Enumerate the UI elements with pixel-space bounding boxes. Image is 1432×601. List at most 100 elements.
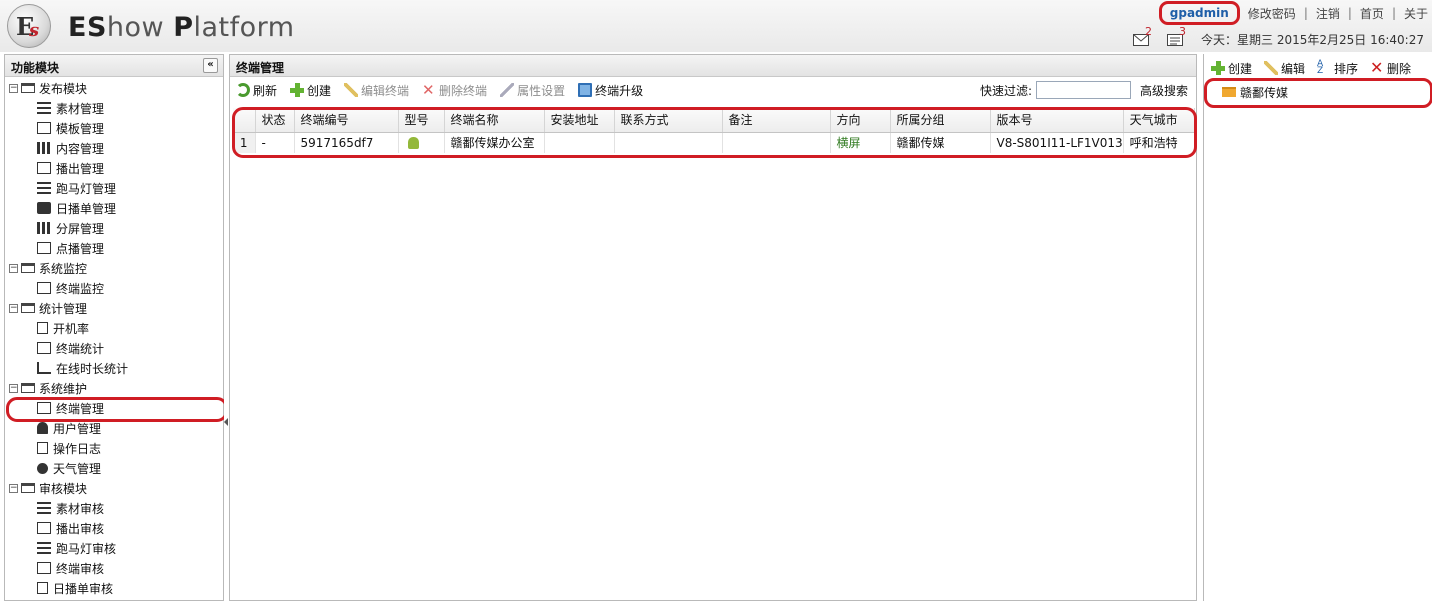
- home-link[interactable]: 首页: [1360, 5, 1384, 22]
- tree-item-playout[interactable]: 播出管理: [5, 158, 223, 178]
- material-audit-icon: [37, 502, 51, 514]
- column-header-model[interactable]: 型号: [398, 108, 445, 133]
- folder-icon: [21, 383, 35, 393]
- column-header-address[interactable]: 安装地址: [544, 108, 615, 133]
- collapse-toggle-icon[interactable]: −: [9, 83, 18, 93]
- change-password-link[interactable]: 修改密码: [1248, 5, 1296, 22]
- center-toolbar: 刷新 创建 编辑终端 ✕ 删除终端 属性设置 终端升级 快速过滤: 高级搜索: [230, 77, 1196, 103]
- top-nav: gpadmin 修改密码 | 注销 | 首页 | 关于: [1158, 1, 1432, 25]
- tree-item-template[interactable]: 模板管理: [5, 118, 223, 138]
- tree-item-content[interactable]: 内容管理: [5, 138, 223, 158]
- list-icon: [37, 102, 51, 114]
- row-number: 1: [233, 132, 256, 153]
- column-header-weather-city[interactable]: 天气城市: [1123, 108, 1196, 133]
- quick-filter-label: 快速过滤:: [979, 83, 1032, 98]
- sort-group-button[interactable]: A Z 排序: [1317, 60, 1358, 77]
- group-panel: 创建 编辑 A Z 排序 ✕ 删除 赣鄱传媒: [1203, 54, 1432, 601]
- tv-icon: [37, 282, 51, 294]
- notice-icon[interactable]: 3: [1167, 25, 1186, 46]
- checklist-icon: [37, 582, 48, 594]
- monitor-upgrade-icon: [578, 83, 593, 97]
- create-group-button[interactable]: 创建: [1211, 60, 1252, 77]
- brand-title: EShow Platform: [68, 12, 295, 43]
- current-user[interactable]: gpadmin: [1158, 1, 1240, 25]
- column-header-orientation[interactable]: 方向: [830, 108, 891, 133]
- person-icon: [37, 422, 48, 434]
- tree-item-weather[interactable]: 天气管理: [5, 458, 223, 478]
- android-icon: [407, 137, 419, 150]
- tree-item-split-screen[interactable]: 分屏管理: [5, 218, 223, 238]
- quick-filter-input[interactable]: [1035, 81, 1131, 99]
- collapse-toggle-icon[interactable]: −: [9, 303, 18, 313]
- column-header-status[interactable]: 状态: [255, 108, 295, 133]
- tree-item-power-on-rate[interactable]: 开机率: [5, 318, 223, 338]
- tree-item-user-management[interactable]: 用户管理: [5, 418, 223, 438]
- terminal-upgrade-button[interactable]: 终端升级: [578, 82, 643, 99]
- edit-group-button[interactable]: 编辑: [1264, 60, 1305, 77]
- create-terminal-button[interactable]: 创建: [290, 82, 331, 99]
- group-toolbar: 创建 编辑 A Z 排序 ✕ 删除: [1204, 54, 1432, 82]
- folder-icon: [1222, 87, 1236, 97]
- cell-weather-city: 呼和浩特: [1123, 132, 1196, 153]
- collapse-arrow-icon[interactable]: [224, 418, 228, 426]
- column-header-group[interactable]: 所属分组: [890, 108, 991, 133]
- advanced-search-link[interactable]: 高级搜索: [1140, 82, 1188, 99]
- function-tree: − 发布模块 素材管理 模板管理 内容管理 播出管理 跑马灯管理 日播单管理 分屏…: [5, 77, 223, 598]
- refresh-button[interactable]: 刷新: [236, 82, 277, 99]
- tree-item-terminal-management[interactable]: 终端管理: [5, 398, 223, 418]
- about-link[interactable]: 关于: [1404, 5, 1428, 22]
- tree-group-statistics[interactable]: − 统计管理: [5, 298, 223, 318]
- mail-icon[interactable]: 2: [1133, 25, 1152, 46]
- collapse-toggle-icon[interactable]: −: [9, 383, 18, 393]
- tree-item-on-demand[interactable]: 点播管理: [5, 238, 223, 258]
- table-row[interactable]: 1 - 5917165df7 赣鄱传媒办公室 横屏 赣鄱传媒 V8-S801I1…: [233, 132, 1196, 153]
- tree-item-material-audit[interactable]: 素材审核: [5, 498, 223, 518]
- collapse-toggle-icon[interactable]: −: [9, 263, 18, 273]
- tree-item-terminal-stats[interactable]: 终端统计: [5, 338, 223, 358]
- property-settings-button[interactable]: 属性设置: [500, 82, 565, 99]
- refresh-icon: [236, 83, 250, 97]
- collapse-panel-button[interactable]: «: [203, 58, 218, 73]
- center-panel-header: 终端管理: [230, 55, 1196, 77]
- template-icon: [37, 122, 51, 134]
- edit-terminal-button[interactable]: 编辑终端: [344, 82, 409, 99]
- column-header-version[interactable]: 版本号: [990, 108, 1124, 133]
- logout-link[interactable]: 注销: [1316, 5, 1340, 22]
- column-header-terminal-id[interactable]: 终端编号: [294, 108, 399, 133]
- plus-icon: [290, 83, 305, 97]
- monitor-icon: [37, 342, 51, 354]
- doc-icon: [37, 322, 48, 334]
- tree-item-daily-schedule[interactable]: 日播单管理: [5, 198, 223, 218]
- tree-group-monitoring[interactable]: − 系统监控: [5, 258, 223, 278]
- tree-group-publish[interactable]: − 发布模块: [5, 78, 223, 98]
- plus-icon: [1211, 61, 1225, 75]
- column-header-note[interactable]: 备注: [722, 108, 831, 133]
- collapse-toggle-icon[interactable]: −: [9, 483, 18, 493]
- tree-item-daily-schedule-audit[interactable]: 日播单审核: [5, 578, 223, 598]
- tv-audit-icon: [37, 562, 51, 574]
- tree-item-operation-log[interactable]: 操作日志: [5, 438, 223, 458]
- playout-icon: [37, 162, 51, 174]
- tree-item-marquee-audit[interactable]: 跑马灯审核: [5, 538, 223, 558]
- folder-icon: [21, 263, 35, 273]
- column-header-terminal-name[interactable]: 终端名称: [444, 108, 545, 133]
- playout-audit-icon: [37, 522, 51, 534]
- tree-item-terminal-audit[interactable]: 终端审核: [5, 558, 223, 578]
- sort-az-icon: AZ: [1317, 59, 1324, 76]
- center-panel-title: 终端管理: [236, 61, 285, 75]
- pencil-icon: [1264, 61, 1279, 75]
- tree-group-audit[interactable]: − 审核模块: [5, 478, 223, 498]
- tree-item-marquee[interactable]: 跑马灯管理: [5, 178, 223, 198]
- delete-icon: ✕: [422, 81, 435, 99]
- tree-item-material[interactable]: 素材管理: [5, 98, 223, 118]
- delete-terminal-button[interactable]: ✕ 删除终端: [422, 82, 487, 99]
- column-header-contact[interactable]: 联系方式: [614, 108, 723, 133]
- tree-item-playout-audit[interactable]: 播出审核: [5, 518, 223, 538]
- tree-item-online-duration[interactable]: 在线时长统计: [5, 358, 223, 378]
- cell-terminal-id: 5917165df7: [294, 132, 399, 153]
- tree-item-terminal-monitor[interactable]: 终端监控: [5, 278, 223, 298]
- group-tree-item[interactable]: 赣鄱传媒: [1204, 82, 1432, 102]
- cell-note: [722, 132, 831, 153]
- tree-group-maintenance[interactable]: − 系统维护: [5, 378, 223, 398]
- delete-group-button[interactable]: ✕ 删除: [1370, 60, 1411, 77]
